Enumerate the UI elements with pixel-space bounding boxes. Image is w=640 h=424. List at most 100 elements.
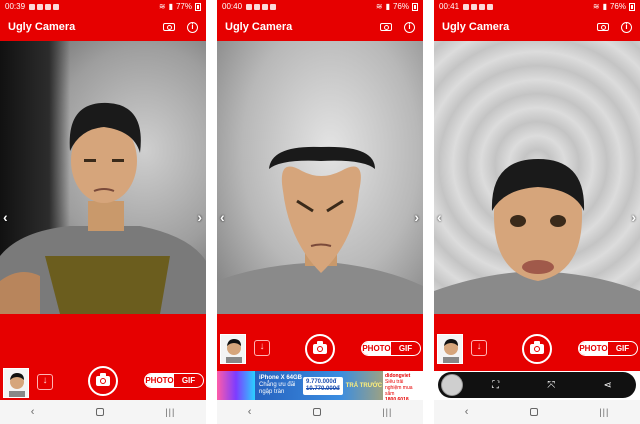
battery-percent: 76% [392, 2, 409, 11]
photo-mode-option[interactable]: PHOTO [362, 342, 391, 355]
camera-preview: ‹ › [434, 41, 640, 314]
home-button[interactable] [312, 408, 321, 416]
app-bar: Ugly Camera i [434, 13, 640, 41]
battery-icon [629, 2, 635, 11]
gallery-thumbnail[interactable] [3, 368, 29, 398]
ad-old-price: 10.770.000đ [306, 385, 340, 392]
switch-camera-icon[interactable] [163, 23, 175, 31]
notification-icons [29, 3, 60, 10]
app-bar: Ugly Camera i [0, 13, 206, 41]
mode-toggle[interactable]: PHOTO GIF [578, 341, 638, 356]
recent-apps-button[interactable]: ||| [599, 407, 609, 417]
status-bar: 00:41 ≋ ▮ 76% [434, 0, 640, 13]
thumbnail-image [9, 373, 25, 397]
system-nav-bar: ‹ ||| [217, 400, 423, 424]
next-arrow-icon[interactable]: › [197, 209, 202, 225]
previous-arrow-icon[interactable]: ‹ [3, 209, 8, 225]
recent-apps-button[interactable]: ||| [165, 407, 175, 417]
signal-icon: ▮ [385, 2, 390, 11]
camera-subject [434, 159, 640, 314]
switch-camera-icon[interactable] [380, 23, 392, 31]
avatar-icon[interactable] [441, 374, 463, 396]
camera-preview: ‹ › [217, 41, 423, 314]
system-nav-bar: ‹ ||| [434, 400, 640, 424]
gif-mode-option[interactable]: GIF [174, 374, 203, 387]
mode-toggle[interactable]: PHOTO GIF [361, 341, 421, 356]
crop-icon[interactable]: ⤧ [547, 380, 555, 391]
camera-icon [313, 341, 327, 354]
share-icon[interactable]: ⋖ [604, 380, 612, 391]
phone-screen-2: 00:40 ≋ ▮ 76% Ugly Camera i ‹ › ↓ PHOTO … [217, 0, 423, 424]
battery-percent: 76% [609, 2, 626, 11]
download-icon[interactable]: ↓ [471, 340, 487, 356]
app-bar: Ugly Camera i [217, 13, 423, 41]
camera-subject [217, 146, 423, 314]
ad-subtitle: Chẳng ưu đãi ngập tràn [259, 382, 296, 395]
camera-subject [0, 102, 206, 314]
gallery-thumbnail[interactable] [437, 334, 463, 364]
app-title: Ugly Camera [225, 21, 293, 33]
ad-store-text: Siêu trải nghiệm mua sắm [385, 379, 413, 397]
info-icon[interactable]: i [187, 21, 198, 33]
previous-arrow-icon[interactable]: ‹ [220, 209, 225, 225]
gallery-thumbnail[interactable] [220, 334, 246, 364]
ad-price-box: 9.770.000đ 10.770.000đ [303, 376, 343, 395]
status-time: 00:41 [439, 2, 460, 11]
battery-icon [412, 2, 418, 11]
ad-tag: TRẢ TRƯỚC [345, 382, 383, 389]
scan-icon[interactable]: ⛶ [492, 380, 499, 391]
signal-icon: ▮ [168, 2, 173, 11]
back-button[interactable]: ‹ [465, 406, 469, 418]
mode-toggle[interactable]: PHOTO GIF [144, 373, 204, 388]
ad-banner[interactable]: iPhone X 64GB Chẳng ưu đãi ngập tràn 9.7… [217, 371, 423, 403]
switch-camera-icon[interactable] [597, 23, 609, 31]
phone-screen-1: 00:39 ≋ ▮ 77% Ugly Camera i ‹ › ↓ PHOTO … [0, 0, 206, 424]
toolbar-pill: ⛶ ⤧ ⋖ [438, 372, 636, 398]
shutter-button[interactable] [305, 334, 335, 364]
thumbnail-image [226, 339, 242, 363]
next-arrow-icon[interactable]: › [414, 209, 419, 225]
ad-product: iPhone X 64GB [259, 375, 303, 381]
home-button[interactable] [95, 408, 104, 416]
shutter-button[interactable] [522, 334, 552, 364]
notification-icons [463, 3, 494, 10]
back-button[interactable]: ‹ [248, 406, 252, 418]
recent-apps-button[interactable]: ||| [382, 407, 392, 417]
thumbnail-image [443, 339, 459, 363]
wifi-icon: ≋ [592, 2, 600, 11]
status-bar: 00:39 ≋ ▮ 77% [0, 0, 206, 13]
camera-icon [96, 373, 110, 386]
ad-price: 9.770.000đ [306, 378, 337, 385]
battery-icon [195, 2, 201, 11]
wifi-icon: ≋ [375, 2, 383, 11]
app-title: Ugly Camera [8, 21, 76, 33]
photo-mode-option[interactable]: PHOTO [579, 342, 608, 355]
shutter-button[interactable] [88, 366, 118, 396]
status-time: 00:40 [222, 2, 243, 11]
ad-store: didongviet Siêu trải nghiệm mua sắm 1800… [383, 371, 423, 403]
wifi-icon: ≋ [158, 2, 166, 11]
photo-mode-option[interactable]: PHOTO [145, 374, 174, 387]
status-time: 00:39 [5, 2, 26, 11]
status-bar: 00:40 ≋ ▮ 76% [217, 0, 423, 13]
system-nav-bar: ‹ ||| [0, 400, 206, 424]
back-button[interactable]: ‹ [31, 406, 35, 418]
signal-icon: ▮ [602, 2, 607, 11]
gif-mode-option[interactable]: GIF [608, 342, 637, 355]
floating-toolbar: ⛶ ⤧ ⋖ [434, 371, 640, 400]
info-icon[interactable]: i [621, 21, 632, 33]
info-icon[interactable]: i [404, 21, 415, 33]
camera-preview: ‹ › [0, 41, 206, 314]
app-title: Ugly Camera [442, 21, 510, 33]
previous-arrow-icon[interactable]: ‹ [437, 209, 442, 225]
next-arrow-icon[interactable]: › [631, 209, 636, 225]
battery-percent: 77% [175, 2, 192, 11]
camera-icon [530, 341, 544, 354]
notification-icons [246, 3, 277, 10]
gif-mode-option[interactable]: GIF [391, 342, 420, 355]
download-icon[interactable]: ↓ [254, 340, 270, 356]
ad-phones-image [217, 371, 255, 400]
home-button[interactable] [529, 408, 538, 416]
download-icon[interactable]: ↓ [37, 374, 53, 390]
phone-screen-3: 00:41 ≋ ▮ 76% Ugly Camera i ‹ › ↓ PHOTO … [434, 0, 640, 424]
